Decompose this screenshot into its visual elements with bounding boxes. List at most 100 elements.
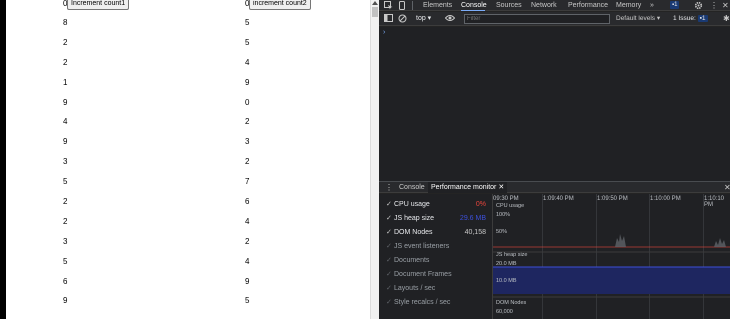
inspect-element-icon[interactable] [384, 1, 393, 12]
list-item: 4 [245, 216, 250, 226]
metric-row[interactable]: ✓ JS event listeners [379, 240, 491, 254]
log-levels-dropdown[interactable]: Default levels ▾ [616, 14, 660, 23]
metric-row[interactable]: ✓ JS heap size 29.6 MB [379, 212, 491, 226]
active-tab-underline [461, 10, 485, 11]
metric-checkbox-icon[interactable]: ✓ [386, 198, 392, 212]
list-item: 7 [245, 177, 250, 187]
more-tabs-icon[interactable]: » [650, 1, 654, 10]
close-devtools-icon[interactable]: ✕ [722, 1, 729, 10]
metric-row[interactable]: ✓ Document Frames [379, 268, 491, 282]
tab-console[interactable]: Console [461, 1, 487, 10]
cpu-graph [493, 234, 730, 298]
left-gutter [0, 0, 6, 319]
metric-value: 0% [475, 201, 486, 208]
drawer-tab-console[interactable]: Console [399, 183, 425, 192]
metric-row[interactable]: ✓ Documents [379, 254, 491, 268]
settings-gear-icon[interactable] [694, 1, 703, 12]
context-value: top [416, 15, 426, 22]
list-item: 8 [63, 18, 68, 27]
kebab-menu-icon[interactable]: ⋮ [710, 1, 718, 10]
page-scrollbar[interactable] [370, 0, 379, 319]
dom-tick-60000: 60,000 [496, 309, 513, 315]
issues-count: 1 [701, 15, 706, 22]
tab-network[interactable]: Network [531, 1, 557, 10]
list-item: 3 [245, 137, 250, 147]
list-item: 2 [245, 236, 250, 246]
increment-count2-button[interactable]: increment count2 [249, 0, 311, 10]
metric-row[interactable]: ✓ CPU usage 0% [379, 198, 491, 212]
heap-graph-title: JS heap size [496, 252, 528, 258]
device-toolbar-icon[interactable] [398, 1, 407, 12]
list-item: 1 [63, 77, 68, 87]
message-count-badge[interactable]: ▪1 [670, 1, 680, 9]
metric-checkbox-icon[interactable]: ✓ [386, 226, 392, 240]
list-item: 5 [245, 18, 250, 27]
drawer-tab-performance-monitor[interactable]: Performance monitor ✕ [428, 182, 508, 193]
metric-label: JS heap size [394, 215, 435, 222]
metric-checkbox-icon[interactable]: ✓ [386, 240, 392, 254]
drawer-menu-icon[interactable]: ⋮ [385, 183, 393, 192]
list-item: 9 [245, 77, 250, 87]
list-item: 5 [63, 256, 68, 266]
metric-label: Documents [394, 257, 430, 264]
list-item: 9 [63, 97, 68, 107]
metric-value: 40,158 [464, 229, 486, 236]
number-list-2: 5 5 4 9 0 2 3 2 7 6 4 2 4 9 5 [245, 18, 249, 316]
live-expression-eye-icon[interactable] [444, 14, 456, 24]
metric-row[interactable]: ✓ Style recalcs / sec [379, 296, 491, 310]
sidebar-toggle-icon[interactable] [384, 14, 393, 24]
list-item: 9 [245, 276, 250, 286]
console-filter-input[interactable] [464, 14, 610, 24]
list-item: 5 [245, 37, 250, 47]
list-item: 2 [63, 57, 68, 67]
metric-label: CPU usage [394, 201, 430, 208]
increment-count1-button[interactable]: Increment count1 [67, 0, 130, 10]
scroll-thumb[interactable] [372, 7, 378, 17]
metric-checkbox-icon[interactable]: ✓ [386, 268, 392, 282]
heap-tick-20mb: 20.0 MB [496, 261, 517, 267]
log-levels-label: Default levels [616, 15, 656, 22]
list-item: 5 [245, 296, 250, 306]
console-prompt-chevron-icon[interactable]: › [383, 29, 385, 36]
list-item: 4 [245, 57, 250, 67]
metric-row[interactable]: ✓ Layouts / sec [379, 282, 491, 296]
metric-checkbox-icon[interactable]: ✓ [386, 296, 392, 310]
metric-label: Layouts / sec [394, 285, 436, 292]
list-item: 9 [63, 137, 68, 147]
number-list-1: 8 2 2 1 9 4 9 3 5 2 2 3 5 6 9 [63, 18, 67, 316]
metric-value: 29.6 MB [459, 215, 486, 222]
metric-checkbox-icon[interactable]: ✓ [386, 212, 392, 226]
list-item: 2 [63, 37, 68, 47]
drawer-tabbar: ⋮ Console Performance monitor ✕ ✕ [379, 181, 730, 193]
metrics-graphs: 09:30 PM 1:09:40 PM 1:09:50 PM 1:10:00 PM 1:… [492, 194, 730, 319]
tab-elements[interactable]: Elements [423, 1, 452, 10]
metric-checkbox-icon[interactable]: ✓ [386, 254, 392, 268]
page-content: 0 Increment count1 8 2 2 1 9 4 9 3 5 2 2 3 5 6 9 0 inc… [0, 0, 370, 319]
context-selector[interactable]: top ▾ [416, 14, 431, 23]
metric-label: Document Frames [394, 271, 452, 278]
console-toolbar: top ▾ Default levels ▾ 1 Issue: ▪1 ✱ [379, 12, 730, 26]
close-tab-icon[interactable]: ✕ [498, 184, 504, 191]
metric-label: JS event listeners [394, 243, 450, 250]
console-settings-gear-icon[interactable]: ✱ [723, 14, 730, 23]
clear-console-icon[interactable] [398, 14, 407, 25]
tab-memory[interactable]: Memory [616, 1, 641, 10]
devtools-panel: Elements Console Sources Network Perform… [379, 0, 730, 319]
metric-checkbox-icon[interactable]: ✓ [386, 282, 392, 296]
message-count: 1 [674, 2, 678, 8]
tab-sources[interactable]: Sources [496, 1, 522, 10]
list-item: 6 [63, 276, 68, 286]
metric-label: DOM Nodes [394, 229, 433, 236]
console-output[interactable]: › [379, 27, 730, 181]
performance-monitor: ✓ CPU usage 0% ✓ JS heap size 29.6 MB ✓ DOM Nod… [379, 194, 730, 319]
counter-column-2: 0 increment count2 5 5 4 9 0 2 3 2 7 6 4 2 4 9 5 [245, 0, 365, 305]
dom-graph-title: DOM Nodes [496, 300, 527, 306]
drawer-tab-perf-label: Performance monitor [431, 184, 497, 191]
tab-performance[interactable]: Performance [568, 1, 608, 10]
close-drawer-icon[interactable]: ✕ [724, 183, 730, 192]
issues-button[interactable]: 1 Issue: ▪1 [673, 14, 708, 23]
scroll-up-arrow-icon[interactable] [372, 1, 378, 5]
list-item: 2 [245, 117, 250, 127]
list-item: 6 [245, 197, 250, 207]
metric-row[interactable]: ✓ DOM Nodes 40,158 [379, 226, 491, 240]
